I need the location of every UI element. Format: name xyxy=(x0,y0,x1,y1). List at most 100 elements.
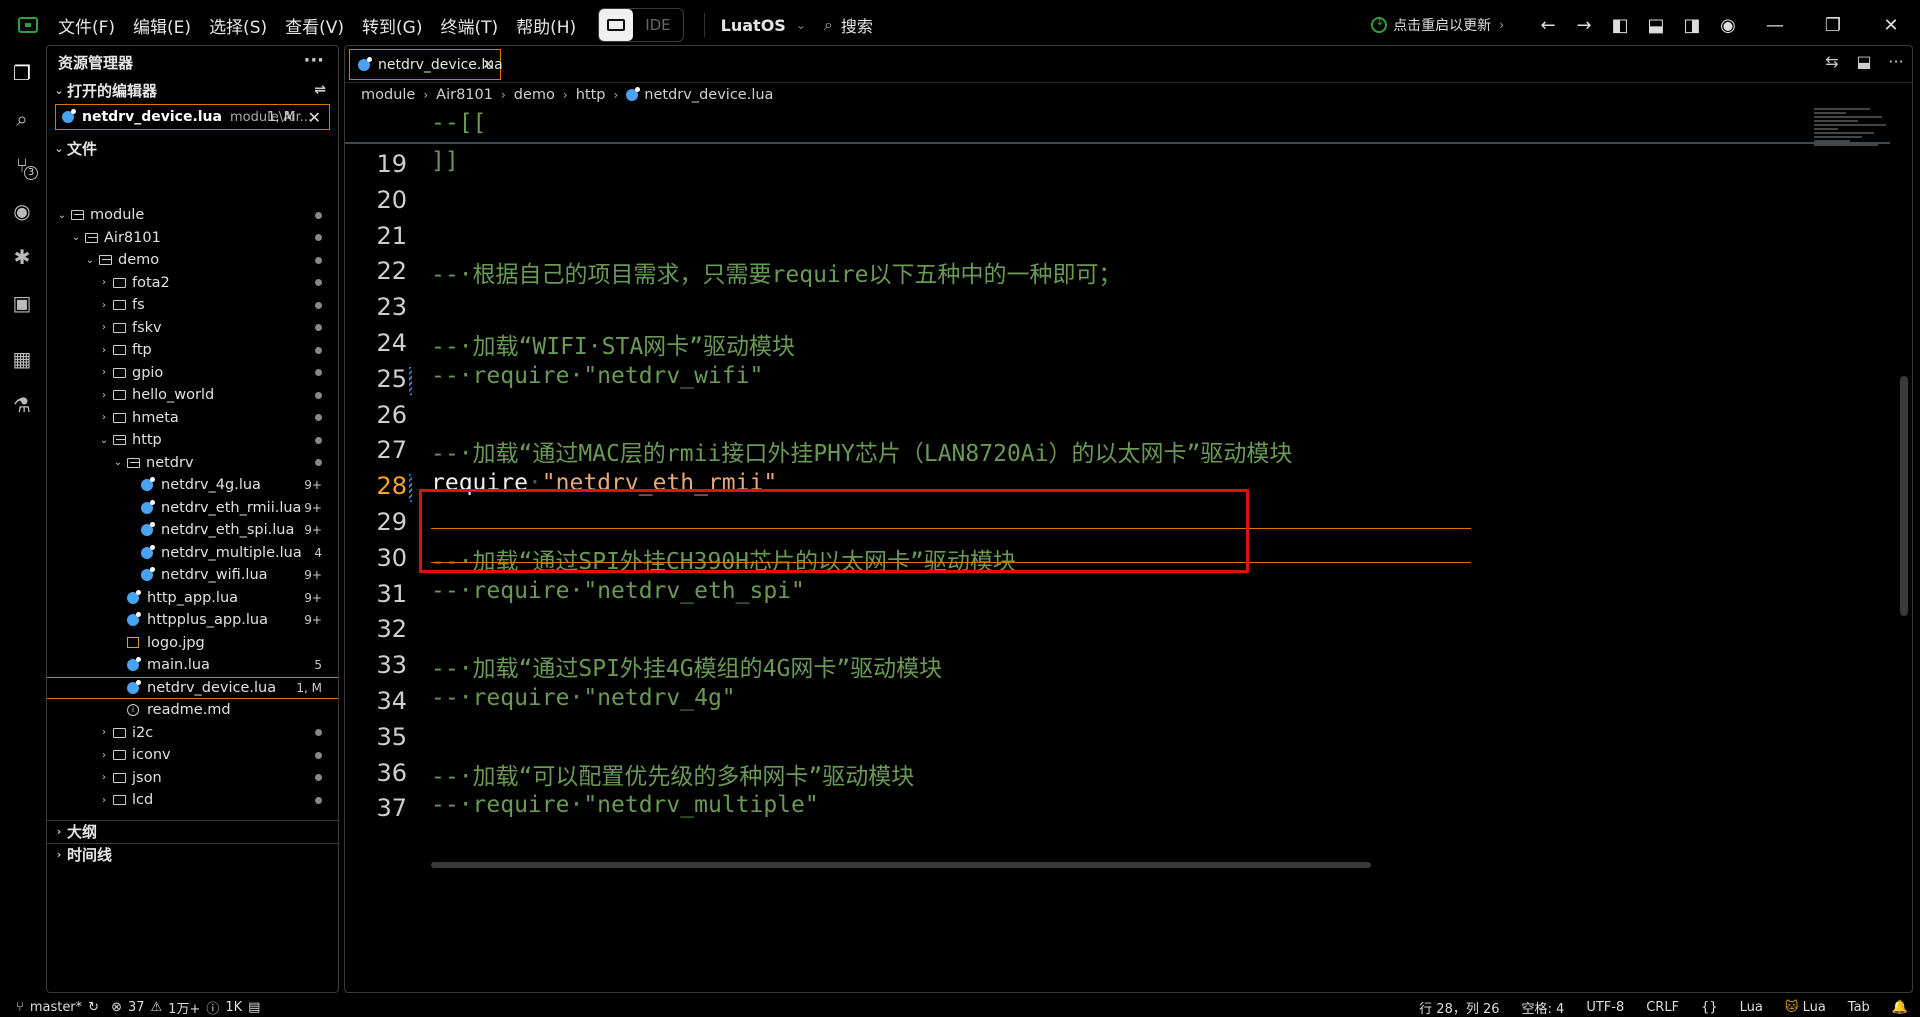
encoding[interactable]: UTF-8 xyxy=(1586,1000,1624,1015)
toggle-layout-icon[interactable]: ⇌ xyxy=(314,82,326,98)
menu-item-3[interactable]: 查看(V) xyxy=(285,13,344,38)
braces-icon[interactable]: {} xyxy=(1701,1000,1718,1015)
tree-folder[interactable]: › gpio xyxy=(47,362,338,385)
tree-file[interactable]: netdrv_wifi.lua 9+ xyxy=(47,564,338,587)
tab-mode[interactable]: Tab xyxy=(1848,1000,1870,1015)
warning-icon[interactable]: ⚠ xyxy=(151,1000,163,1015)
source-control-icon[interactable]: ⑂ 3 xyxy=(0,142,44,188)
tree-file[interactable]: httpplus_app.lua 9+ xyxy=(47,609,338,632)
menu-item-5[interactable]: 终端(T) xyxy=(440,13,498,38)
git-modified-gutter-mark[interactable] xyxy=(409,474,412,503)
product-selector[interactable]: LuatOS xyxy=(721,16,786,35)
debug-icon[interactable]: ✱ xyxy=(0,234,44,280)
warning-count[interactable]: 1万+ xyxy=(168,998,200,1017)
outline-header[interactable]: › 大纲 xyxy=(47,820,338,842)
branch-name[interactable]: master* xyxy=(30,1000,82,1015)
search-icon[interactable]: ⌕ xyxy=(824,15,833,35)
error-count[interactable]: 37 xyxy=(128,1000,145,1015)
close-icon[interactable]: ✕ xyxy=(308,108,321,127)
preview-eye-icon[interactable]: ◉ xyxy=(0,188,44,234)
tree-folder[interactable]: › ftp xyxy=(47,339,338,362)
error-icon[interactable]: ⊗ xyxy=(111,1000,122,1015)
close-window-icon[interactable]: ✕ xyxy=(1862,15,1920,36)
tree-file[interactable]: netdrv_multiple.lua 4 xyxy=(47,542,338,565)
tree-folder[interactable]: › lcd xyxy=(47,789,338,812)
split-editor-icon[interactable]: ⬓ xyxy=(1848,52,1880,71)
tab-netdrv-device[interactable]: netdrv_device.lua ✕ xyxy=(349,49,503,80)
toggle-secondary-sidebar-icon[interactable]: ◨ xyxy=(1674,15,1710,36)
tree-folder[interactable]: ⌄ module xyxy=(47,204,338,227)
search-files-icon[interactable]: ⌕ xyxy=(0,96,44,142)
minimize-icon[interactable]: — xyxy=(1746,15,1804,36)
tree-folder[interactable]: › hello_world xyxy=(47,384,338,407)
breadcrumb-item[interactable]: module xyxy=(361,87,415,103)
open-editor-item[interactable]: netdrv_device.lua module\Air... 1, M ✕ xyxy=(55,104,330,130)
breadcrumb-item[interactable]: netdrv_device.lua xyxy=(644,87,773,103)
explorer-icon[interactable]: ❐ xyxy=(0,50,44,96)
tree-folder[interactable]: ⌄ netdrv xyxy=(47,452,338,475)
close-icon[interactable]: ✕ xyxy=(482,57,494,73)
vertical-scrollbar[interactable] xyxy=(1900,376,1908,616)
compare-changes-icon[interactable]: ⇆ xyxy=(1816,52,1848,71)
restore-icon[interactable]: ❐ xyxy=(1804,15,1862,36)
horizontal-scrollbar[interactable] xyxy=(431,862,1371,868)
forward-arrow-icon[interactable]: → xyxy=(1566,15,1602,36)
ide-toggle[interactable]: IDE xyxy=(598,8,684,42)
toggle-panel-icon[interactable]: ⬓ xyxy=(1638,15,1674,36)
notifications-bell-icon[interactable]: 🔔 xyxy=(1892,1000,1908,1015)
menu-item-0[interactable]: 文件(F) xyxy=(58,13,115,38)
info-count[interactable]: 1K xyxy=(225,1000,242,1015)
tree-file[interactable]: logo.jpg xyxy=(47,632,338,655)
line-ending[interactable]: CRLF xyxy=(1646,1000,1679,1015)
account-icon[interactable]: ◉ xyxy=(1710,15,1746,36)
breadcrumb-item[interactable]: demo xyxy=(514,87,555,103)
tree-file[interactable]: main.lua 5 xyxy=(47,654,338,677)
tree-folder[interactable]: › fs xyxy=(47,294,338,317)
indentation[interactable]: 空格: 4 xyxy=(1522,998,1565,1017)
git-modified-gutter-mark[interactable] xyxy=(409,366,412,395)
tree-folder[interactable]: ⌄ http xyxy=(47,429,338,452)
tree-folder[interactable]: › fskv xyxy=(47,317,338,340)
extensions-icon[interactable]: ▦ xyxy=(0,336,44,382)
open-editors-header[interactable]: ⌄ 打开的编辑器 ⇌ xyxy=(47,78,338,102)
files-header[interactable]: ⌄ 文件 xyxy=(47,136,338,160)
chevron-down-icon[interactable]: ⌄ xyxy=(796,18,806,32)
update-button[interactable]: 点击重启以更新 › xyxy=(1371,15,1504,35)
breadcrumb-item[interactable]: http xyxy=(576,87,606,103)
menu-item-1[interactable]: 编辑(E) xyxy=(133,13,191,38)
menu-item-6[interactable]: 帮助(H) xyxy=(516,13,576,38)
menu-item-4[interactable]: 转到(G) xyxy=(362,13,422,38)
tree-file[interactable]: netdrv_4g.lua 9+ xyxy=(47,474,338,497)
code-area[interactable]: --[[ 19]] 20 21 22 --·根据自己的项目需求，只需要require以下… xyxy=(345,108,1890,992)
remote-icon[interactable]: ▣ xyxy=(0,280,44,326)
minimap[interactable] xyxy=(1814,108,1894,168)
tree-file[interactable]: netdrv_eth_rmii.lua 9+ xyxy=(47,497,338,520)
cursor-position[interactable]: 行 28，列 26 xyxy=(1419,998,1499,1017)
testing-flask-icon[interactable]: ⚗ xyxy=(0,382,44,428)
sync-icon[interactable]: ↻ xyxy=(88,1000,99,1015)
tree-file[interactable]: http_app.lua 9+ xyxy=(47,587,338,610)
toggle-sidebar-icon[interactable]: ◧ xyxy=(1602,15,1638,36)
search-box[interactable]: 搜索 xyxy=(841,13,873,37)
back-arrow-icon[interactable]: ← xyxy=(1530,15,1566,36)
tree-folder[interactable]: › i2c xyxy=(47,722,338,745)
more-actions-icon[interactable]: ··· xyxy=(1880,52,1912,71)
branch-icon[interactable]: ⑂ xyxy=(16,1000,24,1015)
lua-extension-status[interactable]: 🐱 Lua xyxy=(1785,1000,1826,1015)
tree-folder[interactable]: › hmeta xyxy=(47,407,338,430)
tree-file[interactable]: netdrv_eth_spi.lua 9+ xyxy=(47,519,338,542)
language-mode[interactable]: Lua xyxy=(1740,1000,1763,1015)
tree-folder[interactable]: ⌄ Air8101 xyxy=(47,227,338,250)
ports-icon[interactable]: ▤ xyxy=(248,1000,260,1015)
tree-file[interactable]: i readme.md xyxy=(47,699,338,722)
menu-item-2[interactable]: 选择(S) xyxy=(209,13,267,38)
code-view-icon[interactable] xyxy=(599,9,634,41)
ide-mode-button[interactable]: IDE xyxy=(633,16,682,34)
timeline-header[interactable]: › 时间线 xyxy=(47,843,338,865)
tree-folder[interactable]: › fota2 xyxy=(47,272,338,295)
sticky-scroll-line[interactable]: --[[ xyxy=(345,108,1890,144)
more-actions-icon[interactable]: ··· xyxy=(303,50,324,71)
tree-folder[interactable]: › iconv xyxy=(47,744,338,767)
tree-folder[interactable]: ⌄ demo xyxy=(47,249,338,272)
tree-file[interactable]: netdrv_device.lua 1, M xyxy=(47,676,338,699)
